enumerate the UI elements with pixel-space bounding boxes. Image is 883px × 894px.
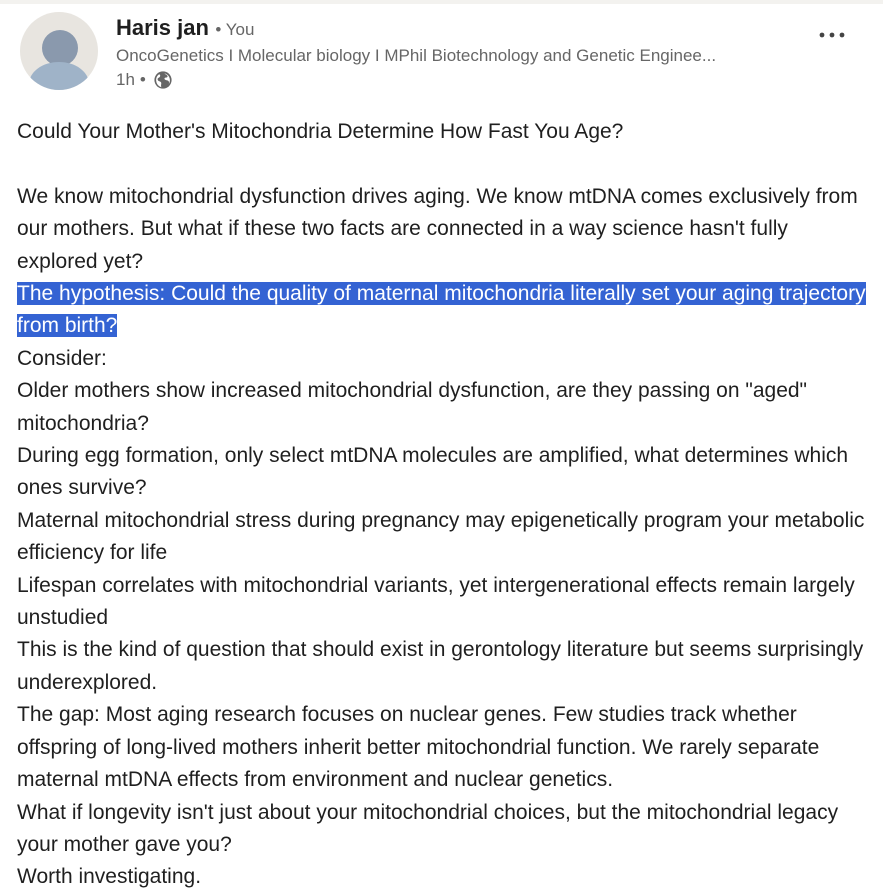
- post-header: Haris jan • You OncoGenetics I Molecular…: [20, 12, 870, 96]
- post-intro: We know mitochondrial dysfunction drives…: [17, 184, 858, 273]
- author-headline: OncoGenetics I Molecular biology I MPhil…: [116, 46, 717, 65]
- post-hypothesis: The hypothesis: Could the quality of mat…: [17, 278, 869, 343]
- author-name[interactable]: Haris jan: [116, 15, 209, 40]
- post-remark: This is the kind of question that should…: [17, 638, 864, 694]
- consider-label: Consider:: [17, 346, 107, 370]
- post-text: Could Your Mother's Mitochondria Determi…: [17, 116, 869, 894]
- post-closing: Worth investigating.: [17, 865, 202, 889]
- avatar[interactable]: [20, 12, 98, 90]
- post-title: Could Your Mother's Mitochondria Determi…: [17, 120, 624, 143]
- more-options-button[interactable]: [816, 24, 848, 46]
- point-item: Lifespan correlates with mitochondrial v…: [17, 573, 855, 630]
- selected-text: The hypothesis: Could the quality of mat…: [17, 282, 866, 338]
- post-question: What if longevity isn't just about your …: [17, 800, 839, 856]
- point-item: Older mothers show increased mitochondri…: [17, 379, 808, 435]
- three-dots-icon: [818, 26, 846, 44]
- post-gap: The gap: Most aging research focuses on …: [17, 703, 820, 792]
- point-item: During egg formation, only select mtDNA …: [17, 444, 849, 500]
- avatar-body-shape: [29, 62, 89, 90]
- top-divider: [0, 0, 883, 4]
- connection-degree: • You: [215, 20, 255, 39]
- author-line: Haris jan • You: [116, 14, 254, 45]
- post-meta: 1h •: [116, 68, 173, 92]
- avatar-head-shape: [42, 30, 78, 66]
- point-item: Maternal mitochondrial stress during pre…: [17, 508, 865, 565]
- meta-separator: •: [139, 70, 146, 89]
- post-time: 1h: [116, 70, 135, 89]
- globe-icon: [153, 70, 173, 90]
